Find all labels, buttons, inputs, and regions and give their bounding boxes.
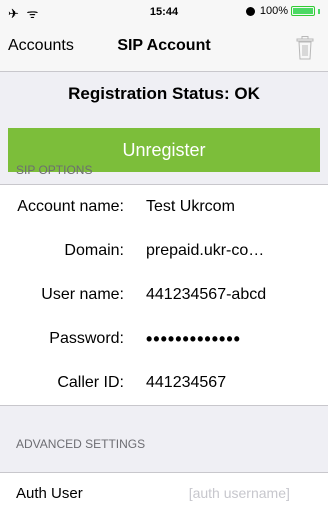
caller-id-label: Caller ID: — [57, 374, 124, 391]
domain-label: Domain: — [64, 242, 124, 259]
registration-status: Registration Status: OK — [68, 84, 260, 103]
auth-user-label: Auth User — [16, 484, 83, 502]
battery-indicator: 100% — [245, 5, 320, 17]
user-name-label: User name: — [41, 286, 124, 303]
row-password[interactable]: Password: ••••••••••••• — [0, 317, 328, 361]
section-header-sip-options: SIP OPTIONS — [16, 163, 93, 177]
sip-options-list: Account name: Test Ukrcom Domain: prepai… — [0, 184, 328, 406]
battery-icon — [291, 6, 315, 16]
account-name-label: Account name: — [17, 198, 124, 215]
password-field[interactable]: ••••••••••••• — [146, 329, 328, 350]
battery-charging-icon — [318, 8, 320, 14]
orientation-lock-icon — [245, 6, 255, 16]
auth-user-field[interactable]: [auth username] — [189, 485, 290, 501]
domain-field[interactable]: prepaid.ukr-co… — [146, 242, 328, 260]
caller-id-field[interactable]: 441234567 — [146, 374, 328, 392]
trash-icon[interactable] — [296, 36, 314, 60]
advanced-settings-list: Auth User [auth username] — [0, 472, 328, 513]
account-name-field[interactable]: Test Ukrcom — [146, 198, 328, 216]
user-name-field[interactable]: 441234567-abcd — [146, 286, 328, 304]
row-user-name[interactable]: User name: 441234567-abcd — [0, 273, 328, 317]
row-caller-id[interactable]: Caller ID: 441234567 — [0, 361, 328, 405]
row-account-name[interactable]: Account name: Test Ukrcom — [0, 185, 328, 229]
section-header-advanced-settings: ADVANCED SETTINGS — [16, 437, 146, 451]
battery-percent: 100% — [259, 5, 288, 17]
status-bar: ✈ ᯤ 15:44 100% — [0, 0, 328, 24]
page-title: SIP Account — [117, 37, 211, 54]
password-label: Password: — [49, 330, 124, 347]
row-domain[interactable]: Domain: prepaid.ukr-co… — [0, 229, 328, 273]
navigation-bar: Accounts SIP Account — [0, 24, 328, 72]
